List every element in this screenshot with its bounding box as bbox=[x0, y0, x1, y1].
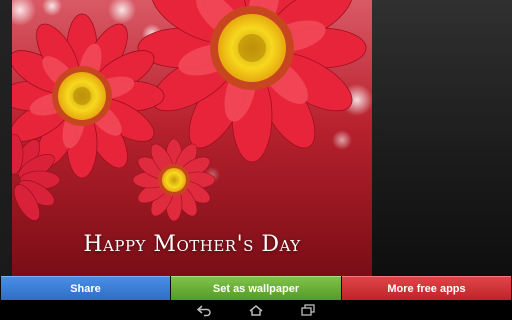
home-icon[interactable] bbox=[248, 302, 264, 318]
left-letterbox bbox=[0, 0, 12, 276]
more-free-apps-button[interactable]: More free apps bbox=[342, 276, 511, 300]
wallpaper-preview: Happy Mother's Day bbox=[12, 0, 372, 276]
recent-apps-icon[interactable] bbox=[300, 302, 316, 318]
right-letterbox bbox=[372, 0, 512, 276]
share-button[interactable]: Share bbox=[1, 276, 170, 300]
system-navigation-bar bbox=[0, 300, 512, 320]
back-icon[interactable] bbox=[196, 302, 212, 318]
greeting-text: Happy Mother's Day bbox=[83, 232, 301, 257]
set-wallpaper-button[interactable]: Set as wallpaper bbox=[171, 276, 341, 300]
